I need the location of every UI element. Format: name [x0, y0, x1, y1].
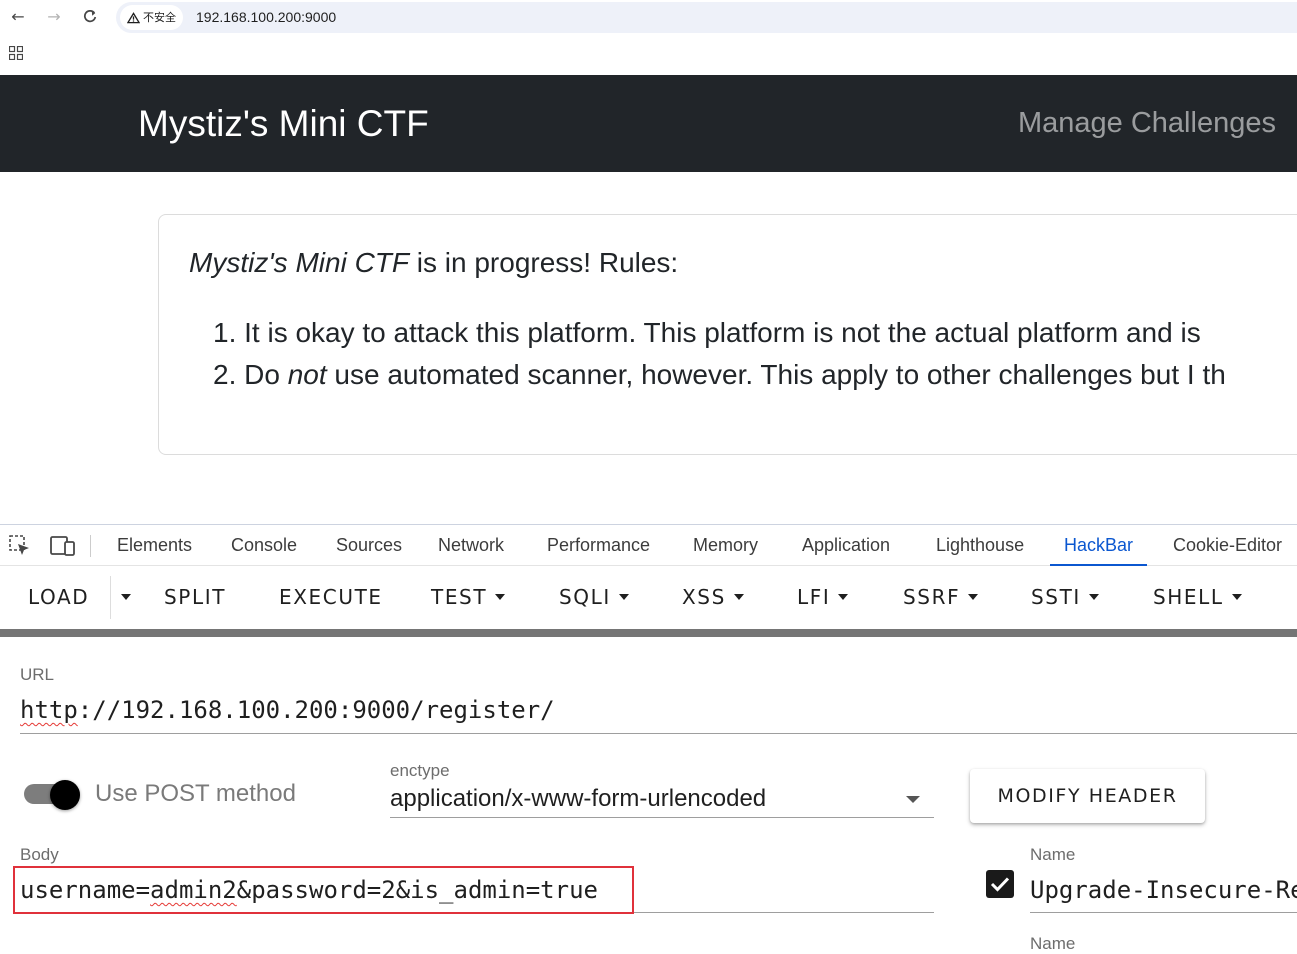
- test-menu-button[interactable]: TEST: [431, 566, 506, 629]
- load-button[interactable]: LOAD: [28, 566, 89, 629]
- security-label: 不安全: [143, 11, 176, 24]
- forward-arrow-icon[interactable]: →: [43, 6, 65, 28]
- header-name-underline: [1030, 912, 1297, 913]
- caret-down-icon: [121, 594, 131, 600]
- ssti-menu-button[interactable]: SSTI: [1031, 566, 1099, 629]
- tab-memory[interactable]: Memory: [693, 525, 758, 566]
- address-bar[interactable]: 不安全 192.168.100.200:9000: [116, 2, 1297, 33]
- header-name-label: Name: [1030, 845, 1076, 864]
- header-name-field[interactable]: Upgrade-Insecure-Re: [1030, 876, 1297, 904]
- enctype-select[interactable]: application/x-www-form-urlencoded: [390, 785, 934, 817]
- execute-button[interactable]: EXECUTE: [279, 566, 383, 629]
- url-rest: ://192.168.100.200:9000/register/: [77, 696, 555, 724]
- header-name-label-2: Name: [1030, 934, 1076, 953]
- tab-application[interactable]: Application: [802, 525, 890, 566]
- back-arrow-icon[interactable]: ←: [7, 6, 29, 28]
- caret-down-icon: [838, 594, 849, 600]
- address-url[interactable]: 192.168.100.200:9000: [196, 2, 336, 33]
- checkmark-icon: [990, 877, 1010, 892]
- sqli-menu-button[interactable]: SQLI: [559, 566, 629, 629]
- tab-hackbar[interactable]: HackBar: [1050, 525, 1148, 566]
- warning-icon: [127, 11, 140, 23]
- xss-menu-label: XSS: [682, 585, 726, 609]
- site-brand[interactable]: Mystiz's Mini CTF: [138, 75, 429, 172]
- rule-2-prefix: 2. Do: [213, 359, 288, 390]
- device-toolbar-icon[interactable]: [50, 535, 76, 557]
- rules-heading-rest: is in progress! Rules:: [409, 247, 679, 278]
- url-field-underline: [20, 733, 1297, 734]
- enctype-underline: [390, 817, 934, 818]
- body-highlight-box: [13, 866, 634, 914]
- enctype-label: enctype: [390, 761, 450, 780]
- test-menu-label: TEST: [431, 585, 488, 609]
- shell-menu-label: SHELL: [1153, 585, 1224, 609]
- shell-menu-button[interactable]: SHELL: [1153, 566, 1242, 629]
- rules-heading-em: Mystiz's Mini CTF: [189, 247, 409, 278]
- reload-icon[interactable]: [79, 6, 101, 28]
- url-field-label: URL: [20, 665, 55, 684]
- nav-manage-challenges[interactable]: Manage Challenges: [1018, 75, 1276, 172]
- url-field[interactable]: http://192.168.100.200:9000/register/: [20, 696, 555, 724]
- rules-card: Mystiz's Mini CTF is in progress! Rules:…: [158, 214, 1297, 455]
- sqli-menu-label: SQLI: [559, 585, 611, 609]
- ssrf-menu-button[interactable]: SSRF: [903, 566, 979, 629]
- caret-down-icon: [733, 594, 744, 600]
- lfi-menu-label: LFI: [797, 585, 831, 609]
- site-navbar: Mystiz's Mini CTF Manage Challenges: [0, 75, 1297, 172]
- ssrf-menu-label: SSRF: [903, 585, 961, 609]
- tab-performance[interactable]: Performance: [547, 525, 650, 566]
- post-method-label: Use POST method: [95, 780, 296, 807]
- split-button[interactable]: SPLIT: [164, 566, 226, 629]
- caret-down-icon: [495, 594, 506, 600]
- rule-2-em: not: [287, 359, 327, 390]
- panel-divider[interactable]: [0, 629, 1297, 637]
- rule-item-1: 1. It is okay to attack this platform. T…: [213, 317, 1201, 348]
- caret-down-icon: [1088, 594, 1099, 600]
- devtools-tab-bar: Elements Console Sources Network Perform…: [0, 524, 1297, 566]
- tab-sources[interactable]: Sources: [336, 525, 402, 566]
- browser-chrome: ← → 不安全 192.168.100.200:9000: [0, 0, 1297, 75]
- tab-console[interactable]: Console: [231, 525, 297, 566]
- apps-grid-icon[interactable]: [9, 46, 23, 60]
- dropdown-arrow-icon: [906, 796, 920, 803]
- header-enable-checkbox[interactable]: [986, 870, 1014, 898]
- tab-elements[interactable]: Elements: [117, 525, 192, 566]
- caret-down-icon: [1231, 594, 1242, 600]
- modify-header-button[interactable]: MODIFY HEADER: [970, 769, 1205, 823]
- tab-network[interactable]: Network: [438, 525, 504, 566]
- enctype-value: application/x-www-form-urlencoded: [390, 785, 767, 812]
- load-dropdown-button[interactable]: [112, 566, 140, 629]
- security-chip[interactable]: 不安全: [120, 5, 183, 30]
- xss-menu-button[interactable]: XSS: [682, 566, 744, 629]
- rules-heading: Mystiz's Mini CTF is in progress! Rules:: [189, 247, 678, 279]
- tab-lighthouse[interactable]: Lighthouse: [936, 525, 1024, 566]
- caret-down-icon: [968, 594, 979, 600]
- lfi-menu-button[interactable]: LFI: [797, 566, 849, 629]
- ssti-menu-label: SSTI: [1031, 585, 1081, 609]
- caret-down-icon: [618, 594, 629, 600]
- inspect-element-icon[interactable]: [9, 535, 31, 557]
- load-separator: [110, 576, 111, 619]
- tab-cookie-editor[interactable]: Cookie-Editor: [1173, 525, 1282, 566]
- switch-thumb: [50, 780, 80, 810]
- body-field-label: Body: [20, 845, 59, 864]
- rule-item-2: 2. Do not use automated scanner, however…: [213, 359, 1226, 391]
- tab-separator: [90, 535, 91, 557]
- rule-2-rest: use automated scanner, however. This app…: [326, 359, 1226, 390]
- hackbar-toolbar: LOAD SPLIT EXECUTE TEST SQLI XSS LFI SSR…: [0, 566, 1297, 629]
- url-scheme: http: [20, 696, 78, 724]
- post-method-switch[interactable]: [22, 780, 82, 810]
